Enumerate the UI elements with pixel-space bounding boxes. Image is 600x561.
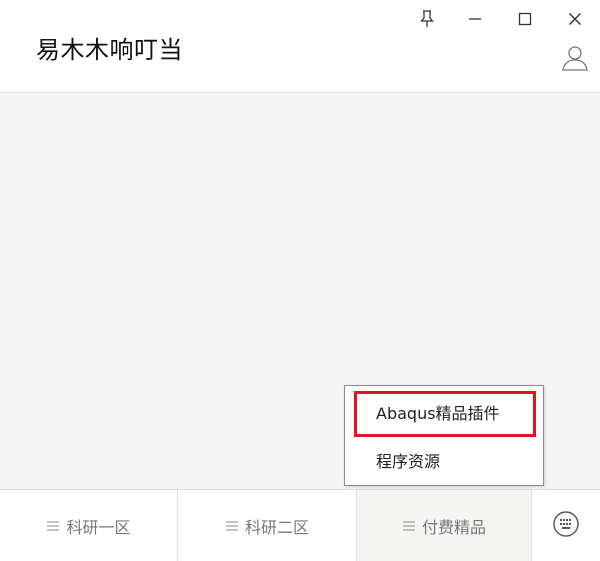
keyboard-icon [552,510,580,542]
pin-icon [419,10,435,28]
tab-label: 付费精品 [421,517,486,537]
tab-label: 科研二区 [244,517,309,537]
keyboard-toggle-button[interactable] [532,490,600,561]
tab-paid-premium[interactable]: 付费精品 [357,490,532,561]
menu-lines-icon [402,520,416,532]
tab-research-zone-2[interactable]: 科研二区 [178,490,357,561]
tab-research-zone-1[interactable]: 科研一区 [0,490,178,561]
app-title: 易木木响叮当 [36,36,183,64]
maximize-icon [517,11,533,27]
title-bar: 易木木响叮当 [0,0,600,93]
close-icon [567,11,583,27]
maximize-button[interactable] [510,6,540,32]
menu-item-abaqus-plugins[interactable]: Abaqus精品插件 [345,394,543,434]
minimize-icon [467,11,483,27]
close-button[interactable] [560,6,590,32]
menu-lines-icon [225,520,239,532]
minimize-button[interactable] [460,6,490,32]
bottom-tab-bar: 科研一区 科研二区 付费精品 [0,489,600,561]
tab-label: 科研一区 [66,517,131,537]
user-profile-button[interactable] [561,44,589,72]
menu-item-program-resources[interactable]: 程序资源 [345,442,543,482]
pin-button[interactable] [412,6,442,32]
app-window: 易木木响叮当 Abaqus精品插件 程序资源 科研一区 科研二区 付费精品 [0,0,600,561]
user-icon [561,46,589,76]
popup-menu: Abaqus精品插件 程序资源 [344,385,544,486]
menu-lines-icon [46,520,60,532]
